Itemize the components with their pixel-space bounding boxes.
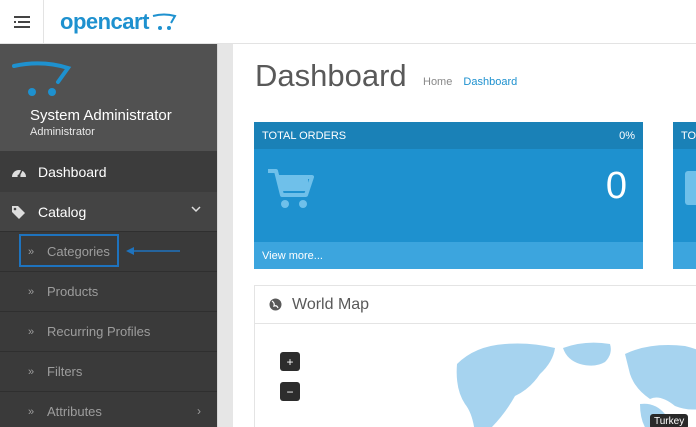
menu-toggle-button[interactable] [0,0,44,44]
sidebar-subitem-attributes[interactable]: » Attributes › [0,391,217,427]
sidebar-subitem-label: Products [47,284,99,299]
tile-body [673,149,696,242]
user-profile[interactable]: System Administrator Administrator [0,44,217,151]
double-angle-right-icon: » [28,325,35,338]
breadcrumb-home-link[interactable]: Home [423,76,452,88]
annotation-highlight-box [19,234,119,267]
profile-name: System Administrator [30,107,172,124]
map-zoom-out-button[interactable]: − [280,382,300,401]
opencart-cart-icon [12,61,72,96]
sidebar-subitem-recurring-profiles[interactable]: » Recurring Profiles [0,311,217,351]
top-header: opencart [0,0,696,44]
tags-icon [0,205,38,219]
sidebar-subitem-filters[interactable]: » Filters [0,351,217,391]
globe-icon [269,298,282,311]
map-zoom-in-button[interactable]: + [280,352,300,371]
view-more-link[interactable]: View more... [254,242,643,269]
sidebar-subitem-products[interactable]: » Products [0,271,217,311]
profile-role: Administrator [30,126,95,138]
world-map-panel: World Map + − Turkey [254,285,696,427]
sidebar: System Administrator Administrator Dashb… [0,44,217,427]
tile-title: TO [681,129,696,142]
opencart-logo[interactable]: opencart [60,7,177,37]
sidebar-subitem-label: Filters [47,364,83,379]
map-tooltip: Turkey [650,414,689,427]
view-more-link[interactable] [673,242,696,269]
double-angle-right-icon: » [28,285,35,298]
double-angle-right-icon: » [28,405,35,418]
annotation-arrow-icon [126,247,180,255]
total-orders-tile: TOTAL ORDERS 0% 0 View more... [254,122,643,269]
partial-tile: TO [673,122,696,269]
dashboard-icon [0,165,38,179]
chevron-right-icon: › [197,404,201,418]
tile-title: TOTAL ORDERS [262,129,347,142]
breadcrumb-current-link[interactable]: Dashboard [463,76,517,88]
tile-heading: TOTAL ORDERS 0% [254,122,643,149]
tile-percent: 0% [619,129,635,142]
sidebar-item-label: Dashboard [38,163,107,180]
breadcrumb: Home Dashboard [423,76,517,88]
sidebar-item-dashboard[interactable]: Dashboard [0,151,217,191]
shopping-cart-icon [268,169,314,208]
tile-heading: TO [673,122,696,149]
sidebar-subitem-label: Attributes [47,404,102,419]
tile-body: 0 [254,149,643,242]
tile-value: 0 [605,165,627,207]
panel-title: World Map [292,295,370,313]
sidebar-divider [217,44,233,427]
users-icon [685,171,696,205]
sidebar-item-catalog[interactable]: Catalog [0,191,217,231]
panel-heading: World Map [255,286,696,324]
double-angle-right-icon: » [28,365,35,378]
sidebar-subitem-label: Recurring Profiles [47,324,151,339]
cart-logo-icon [152,13,177,30]
chevron-down-icon [191,206,201,213]
bars-icon [13,16,30,28]
page-title: Dashboard [255,58,407,93]
sidebar-item-label: Catalog [38,203,87,220]
main-content: Dashboard Home Dashboard TOTAL ORDERS 0%… [233,44,696,427]
